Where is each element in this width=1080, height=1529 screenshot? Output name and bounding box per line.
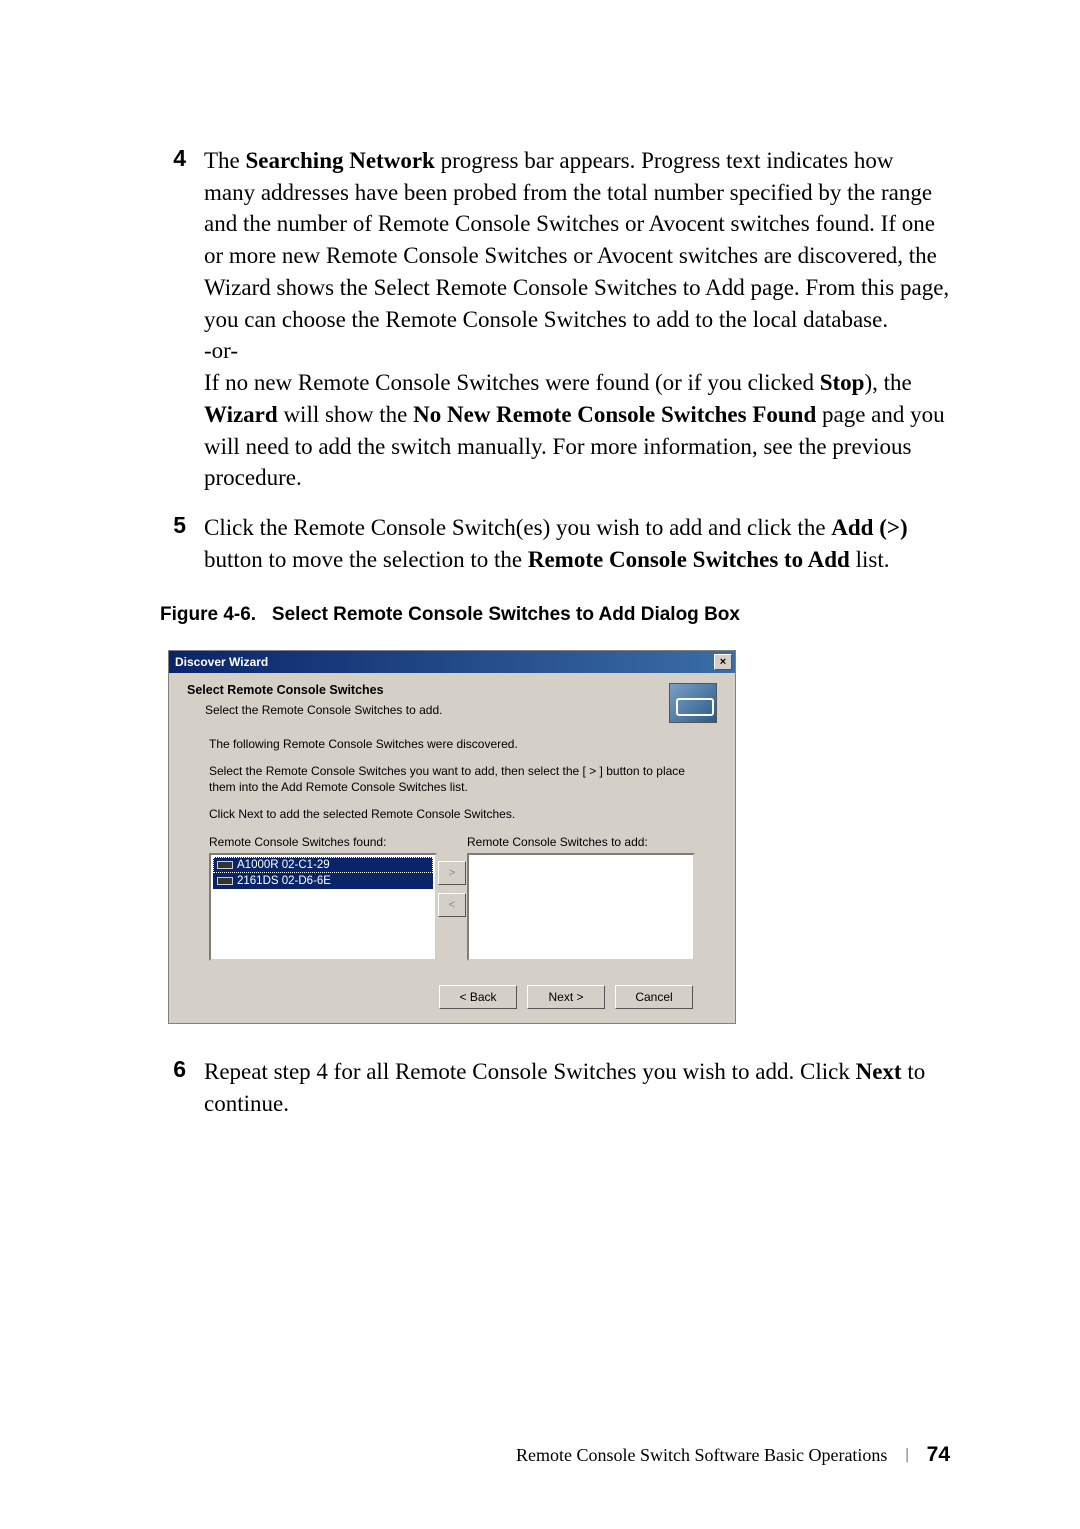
bold-text: No New Remote Console Switches Found — [413, 402, 816, 427]
remove-arrow-button[interactable]: < — [438, 893, 466, 917]
close-button[interactable]: × — [714, 654, 732, 670]
item-label: 2161DS 02-D6-6E — [237, 875, 331, 887]
step-4: 4 The Searching Network progress bar app… — [160, 145, 950, 494]
dialog-paragraph: The following Remote Console Switches we… — [209, 737, 695, 753]
text: Repeat step 4 for all Remote Console Swi… — [204, 1059, 856, 1084]
or-text: -or- — [204, 338, 238, 363]
text: The — [204, 148, 246, 173]
bold-text: Searching Network — [246, 148, 435, 173]
text: list. — [850, 547, 890, 572]
figure-label: Figure 4-6. — [160, 604, 256, 625]
page-number: 74 — [927, 1443, 950, 1467]
footer-separator: | — [905, 1446, 908, 1464]
bold-text: Stop — [820, 370, 865, 395]
list-item[interactable]: 2161DS 02-D6-6E — [213, 873, 433, 889]
dialog-paragraph: Select the Remote Console Switches you w… — [209, 764, 695, 795]
back-button[interactable]: < Back — [439, 985, 517, 1009]
text: will show the — [278, 402, 413, 427]
step-5: 5 Click the Remote Console Switch(es) yo… — [160, 512, 950, 575]
figure-caption: Figure 4-6. Select Remote Console Switch… — [160, 604, 950, 626]
found-label: Remote Console Switches found: — [209, 835, 437, 849]
step-body: The Searching Network progress bar appea… — [204, 145, 950, 494]
bold-text: Add (>) — [831, 515, 907, 540]
page-footer: Remote Console Switch Software Basic Ope… — [516, 1443, 950, 1467]
item-label: A1000R 02-C1-29 — [237, 859, 330, 871]
footer-title: Remote Console Switch Software Basic Ope… — [516, 1445, 887, 1466]
dialog-footer: < Back Next > Cancel — [209, 985, 695, 1009]
add-arrow-button[interactable]: > — [438, 861, 466, 885]
found-listbox[interactable]: A1000R 02-C1-29 2161DS 02-D6-6E — [209, 853, 437, 961]
switch-icon — [669, 683, 717, 723]
step-number: 4 — [160, 145, 204, 494]
text: progress bar appears. Progress text indi… — [204, 148, 949, 332]
text: ), the — [864, 370, 911, 395]
found-column: Remote Console Switches found: A1000R 02… — [209, 835, 437, 961]
bold-text: Wizard — [204, 402, 278, 427]
page-content: 4 The Searching Network progress bar app… — [0, 0, 1080, 1197]
add-label: Remote Console Switches to add: — [467, 835, 695, 849]
dialog-header-row: Select Remote Console Switches Select th… — [187, 683, 717, 725]
dialog-header-subtitle: Select the Remote Console Switches to ad… — [205, 703, 661, 717]
list-item[interactable]: A1000R 02-C1-29 — [213, 857, 433, 873]
text: If no new Remote Console Switches were f… — [204, 370, 820, 395]
dialog-titlebar: Discover Wizard × — [169, 651, 735, 673]
step-number: 5 — [160, 512, 204, 575]
step-number: 6 — [160, 1056, 204, 1119]
add-listbox[interactable] — [467, 853, 695, 961]
dialog-paragraph: Click Next to add the selected Remote Co… — [209, 807, 695, 823]
figure-title: Select Remote Console Switches to Add Di… — [272, 604, 740, 625]
dialog-header-title: Select Remote Console Switches — [187, 683, 661, 697]
device-icon — [217, 861, 233, 869]
text: Click the Remote Console Switch(es) you … — [204, 515, 831, 540]
transfer-buttons: > < — [437, 861, 467, 917]
step-6: 6 Repeat step 4 for all Remote Console S… — [160, 1056, 950, 1119]
next-button[interactable]: Next > — [527, 985, 605, 1009]
bold-text: Remote Console Switches to Add — [528, 547, 850, 572]
device-icon — [217, 877, 233, 885]
dialog-header-text: Select Remote Console Switches Select th… — [187, 683, 661, 725]
cancel-button[interactable]: Cancel — [615, 985, 693, 1009]
step-body: Click the Remote Console Switch(es) you … — [204, 512, 950, 575]
dialog-inner: Select Remote Console Switches Select th… — [169, 673, 735, 1023]
lists-row: Remote Console Switches found: A1000R 02… — [209, 835, 695, 961]
bold-text: Next — [856, 1059, 902, 1084]
step-body: Repeat step 4 for all Remote Console Swi… — [204, 1056, 950, 1119]
discover-wizard-dialog: Discover Wizard × Select Remote Console … — [168, 650, 736, 1024]
add-column: Remote Console Switches to add: — [467, 835, 695, 961]
text: button to move the selection to the — [204, 547, 528, 572]
dialog-body: The following Remote Console Switches we… — [209, 737, 695, 1009]
dialog-title: Discover Wizard — [175, 655, 268, 669]
